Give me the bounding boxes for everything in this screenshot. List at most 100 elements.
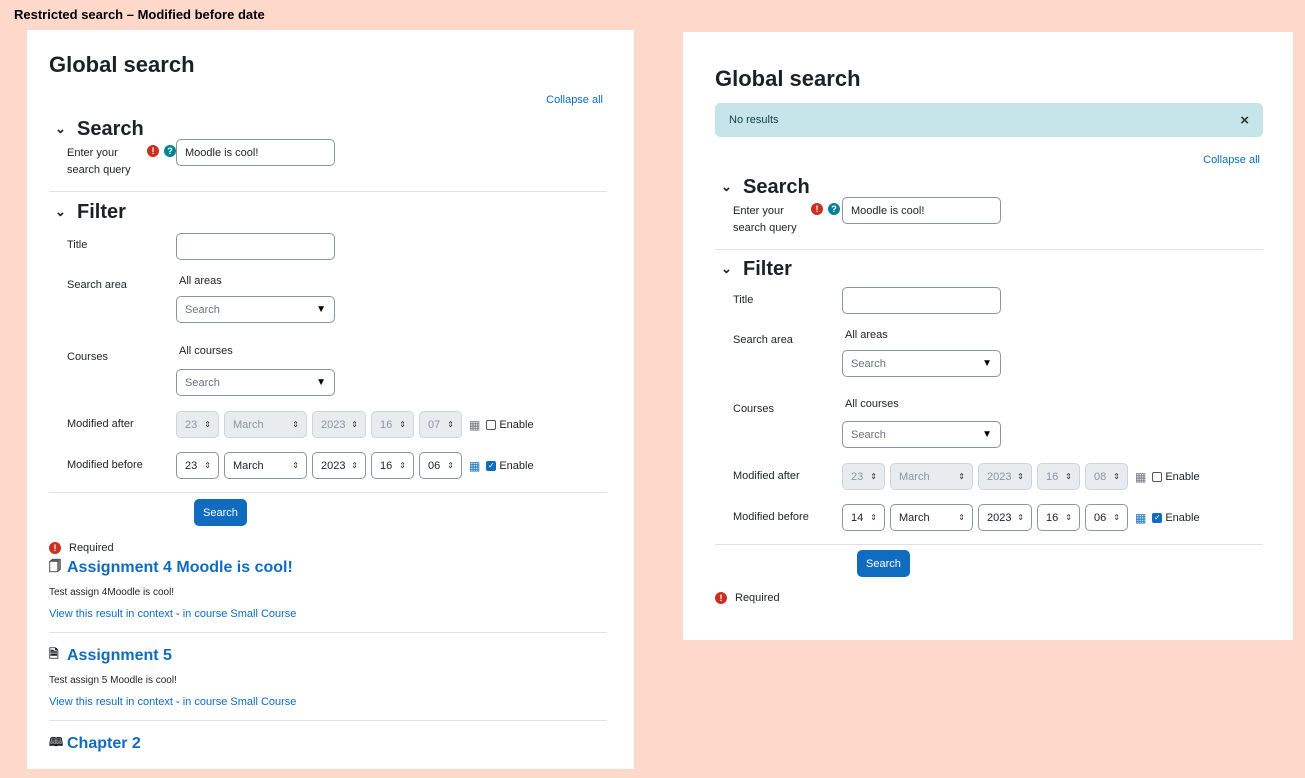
modified-before-minute-select[interactable]: 06 ⇕ (1085, 504, 1128, 531)
modified-before-hour-select[interactable]: 16 ⇕ (371, 452, 414, 479)
result-title-link[interactable]: Assignment 4 Moodle is cool! (67, 559, 293, 577)
query-label-line1: Enter your (733, 205, 784, 217)
required-icon: ! (811, 203, 823, 215)
filter-section-title: Filter (743, 257, 792, 280)
calendar-icon[interactable]: ▦ (1135, 511, 1146, 525)
modified-before-day-select[interactable]: 14 ⇕ (842, 504, 885, 531)
help-icon[interactable]: ? (828, 203, 840, 215)
required-icon: ! (715, 592, 727, 604)
collapse-all-link[interactable]: Collapse all (546, 94, 603, 106)
query-label-line2: search query (733, 222, 797, 234)
title-row: Title (49, 233, 607, 272)
modified-before-enable[interactable]: ✓ Enable (1152, 512, 1200, 524)
result-title-link[interactable]: Chapter 2 (67, 735, 141, 753)
calendar-icon[interactable]: ▦ (469, 418, 480, 432)
title-label: Title (67, 239, 88, 251)
modified-before-row: Modified before 23 ⇕ March ⇕ 2023 ⇕ 16 ⇕ 06 ⇕… (49, 452, 607, 492)
enable-checkbox[interactable]: ✓ (486, 460, 497, 471)
search-area-label: Search area (733, 334, 793, 346)
query-row: Enter your search query ! ? Moodle is co… (49, 139, 607, 191)
chevron-down-icon: ⌄ (55, 204, 66, 219)
dropdown-arrow-icon: ▼ (982, 429, 992, 440)
view-in-context-link[interactable]: View this result in context (49, 696, 173, 708)
divider (49, 632, 607, 633)
calendar-icon[interactable]: ▦ (469, 459, 480, 473)
modified-after-hour-select[interactable]: 16 ⇕ (1037, 463, 1080, 490)
modified-after-hour-select[interactable]: 16 ⇕ (371, 411, 414, 438)
filter-section-toggle[interactable]: ⌄ Filter (715, 257, 1263, 281)
modified-after-enable[interactable]: Enable (1152, 471, 1200, 483)
query-label-line1: Enter your (67, 147, 118, 159)
modified-after-month-select[interactable]: March ⇕ (890, 463, 973, 490)
modified-before-minute-select[interactable]: 06 ⇕ (419, 452, 462, 479)
modified-after-day-select[interactable]: 23 ⇕ (842, 463, 885, 490)
modified-after-row: Modified after 23 ⇕ March ⇕ 2023 ⇕ 16 ⇕ 07 ⇕ … (49, 411, 607, 452)
modified-after-label: Modified after (67, 418, 134, 430)
calendar-icon[interactable]: ▦ (1135, 470, 1146, 484)
search-query-input[interactable]: Moodle is cool! (176, 139, 335, 166)
course-link[interactable]: in course Small Course (183, 696, 297, 708)
book-icon: 🕮 (49, 735, 64, 749)
result-title-link[interactable]: Assignment 5 (67, 647, 172, 665)
title-row: Title (715, 287, 1263, 326)
page-title: Global search (49, 52, 195, 77)
modified-after-enable[interactable]: Enable (486, 419, 534, 431)
modified-after-year-select[interactable]: 2023 ⇕ (312, 411, 366, 438)
file-upload-icon: 🗎 (49, 647, 59, 661)
modified-before-year-select[interactable]: 2023 ⇕ (978, 504, 1032, 531)
search-button[interactable]: Search (857, 550, 910, 577)
page-caption: Restricted search – Modified before date (14, 7, 265, 22)
search-area-value: All areas (179, 275, 222, 287)
result-description: Test assign 4Moodle is cool! (49, 587, 175, 598)
modified-before-hour-select[interactable]: 16 ⇕ (1037, 504, 1080, 531)
modified-after-minute-select[interactable]: 07 ⇕ (419, 411, 462, 438)
modified-after-year-select[interactable]: 2023 ⇕ (978, 463, 1032, 490)
modified-before-year-select[interactable]: 2023 ⇕ (312, 452, 366, 479)
modified-before-day-select[interactable]: 23 ⇕ (176, 452, 219, 479)
required-legend: ! Required (715, 592, 1263, 604)
search-button[interactable]: Search (194, 499, 247, 526)
divider (49, 191, 607, 192)
title-input[interactable] (842, 287, 1001, 314)
modified-before-enable[interactable]: ✓ Enable (486, 460, 534, 472)
courses-value: All courses (845, 398, 899, 410)
dropdown-arrow-icon: ▼ (316, 304, 326, 315)
courses-select[interactable]: Search ▼ (176, 369, 335, 396)
required-icon: ! (49, 542, 61, 554)
courses-label: Courses (67, 351, 108, 363)
modified-before-month-select[interactable]: March ⇕ (890, 504, 973, 531)
chevron-down-icon: ⌄ (55, 121, 66, 136)
search-section-title: Search (743, 175, 810, 198)
collapse-all-link[interactable]: Collapse all (1203, 154, 1260, 166)
divider (49, 492, 607, 493)
modified-before-label: Modified before (733, 511, 809, 523)
enable-checkbox[interactable] (486, 419, 497, 430)
filter-section-toggle[interactable]: ⌄ Filter (49, 200, 607, 224)
search-area-row: Search area All areas (715, 326, 1263, 350)
search-area-select[interactable]: Search ▼ (842, 350, 1001, 377)
course-link[interactable]: in course Small Course (183, 608, 297, 620)
modified-after-minute-select[interactable]: 08 ⇕ (1085, 463, 1128, 490)
chevron-down-icon: ⌄ (721, 179, 732, 194)
help-icon[interactable]: ? (164, 145, 176, 157)
courses-row: Courses All courses (49, 345, 607, 369)
dropdown-arrow-icon: ▼ (982, 358, 992, 369)
search-result: 🗍 Assignment 4 Moodle is cool! Test assig… (49, 557, 607, 621)
modified-before-row: Modified before 14 ⇕ March ⇕ 2023 ⇕ 16 ⇕ 06 ⇕… (715, 504, 1263, 544)
enable-checkbox[interactable] (1152, 471, 1163, 482)
courses-select[interactable]: Search ▼ (842, 421, 1001, 448)
modified-after-month-select[interactable]: March ⇕ (224, 411, 307, 438)
search-area-select[interactable]: Search ▼ (176, 296, 335, 323)
divider (49, 720, 607, 721)
enable-checkbox[interactable]: ✓ (1152, 512, 1163, 523)
chevron-down-icon: ⌄ (721, 261, 732, 276)
file-icon: 🗍 (49, 559, 61, 573)
courses-value: All courses (179, 345, 233, 357)
search-query-input[interactable]: Moodle is cool! (842, 197, 1001, 224)
close-icon[interactable]: × (1240, 112, 1249, 129)
filter-section-title: Filter (77, 200, 126, 223)
modified-after-day-select[interactable]: 23 ⇕ (176, 411, 219, 438)
modified-before-month-select[interactable]: March ⇕ (224, 452, 307, 479)
view-in-context-link[interactable]: View this result in context (49, 608, 173, 620)
title-input[interactable] (176, 233, 335, 260)
